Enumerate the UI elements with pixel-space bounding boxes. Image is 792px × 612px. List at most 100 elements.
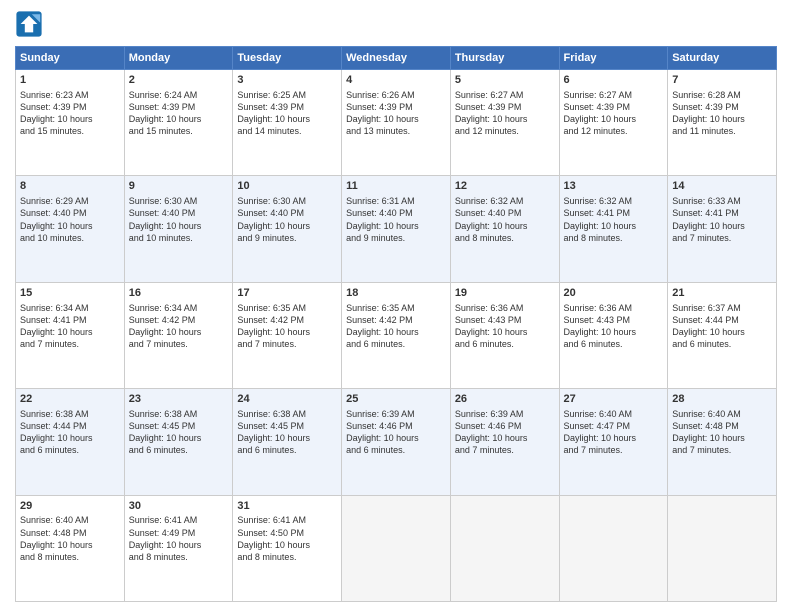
- day-info-line: Sunrise: 6:41 AM: [129, 515, 198, 525]
- day-info-line: and 6 minutes.: [346, 445, 405, 455]
- calendar-cell: 10Sunrise: 6:30 AMSunset: 4:40 PMDayligh…: [233, 176, 342, 282]
- day-info-line: and 7 minutes.: [455, 445, 514, 455]
- calendar-cell: 9Sunrise: 6:30 AMSunset: 4:40 PMDaylight…: [124, 176, 233, 282]
- day-info-line: and 7 minutes.: [20, 339, 79, 349]
- calendar-cell: 6Sunrise: 6:27 AMSunset: 4:39 PMDaylight…: [559, 70, 668, 176]
- day-number: 27: [564, 392, 664, 407]
- day-number: 24: [237, 392, 337, 407]
- day-info-line: and 8 minutes.: [237, 552, 296, 562]
- day-info-line: Sunset: 4:41 PM: [672, 208, 739, 218]
- day-info-line: and 14 minutes.: [237, 126, 301, 136]
- day-number: 17: [237, 286, 337, 301]
- calendar-cell: 4Sunrise: 6:26 AMSunset: 4:39 PMDaylight…: [342, 70, 451, 176]
- day-info-line: Sunrise: 6:40 AM: [672, 409, 741, 419]
- day-info-line: Sunrise: 6:28 AM: [672, 90, 741, 100]
- weekday-header-thursday: Thursday: [450, 47, 559, 70]
- weekday-header-row: SundayMondayTuesdayWednesdayThursdayFrid…: [16, 47, 777, 70]
- day-info-line: Sunset: 4:42 PM: [129, 315, 196, 325]
- day-info-line: Sunrise: 6:38 AM: [129, 409, 198, 419]
- day-info-line: Daylight: 10 hours: [129, 221, 202, 231]
- day-info-line: Sunset: 4:40 PM: [20, 208, 87, 218]
- calendar-cell: 22Sunrise: 6:38 AMSunset: 4:44 PMDayligh…: [16, 389, 125, 495]
- day-info-line: Sunrise: 6:39 AM: [346, 409, 415, 419]
- day-info-line: Daylight: 10 hours: [346, 433, 419, 443]
- day-info-line: Sunset: 4:48 PM: [672, 421, 739, 431]
- day-info-line: Daylight: 10 hours: [672, 221, 745, 231]
- day-info-line: Sunset: 4:50 PM: [237, 528, 304, 538]
- day-number: 8: [20, 179, 120, 194]
- day-info-line: Daylight: 10 hours: [564, 327, 637, 337]
- calendar-row-3: 15Sunrise: 6:34 AMSunset: 4:41 PMDayligh…: [16, 282, 777, 388]
- day-info-line: Daylight: 10 hours: [455, 114, 528, 124]
- day-info-line: Daylight: 10 hours: [672, 433, 745, 443]
- weekday-header-friday: Friday: [559, 47, 668, 70]
- day-number: 28: [672, 392, 772, 407]
- day-info-line: Daylight: 10 hours: [237, 327, 310, 337]
- calendar-cell: 16Sunrise: 6:34 AMSunset: 4:42 PMDayligh…: [124, 282, 233, 388]
- day-number: 26: [455, 392, 555, 407]
- logo: [15, 10, 45, 38]
- day-info-line: and 6 minutes.: [564, 339, 623, 349]
- calendar-table: SundayMondayTuesdayWednesdayThursdayFrid…: [15, 46, 777, 602]
- day-info-line: Sunrise: 6:41 AM: [237, 515, 306, 525]
- day-info-line: Daylight: 10 hours: [237, 433, 310, 443]
- day-info-line: and 13 minutes.: [346, 126, 410, 136]
- day-number: 21: [672, 286, 772, 301]
- day-info-line: Sunset: 4:41 PM: [20, 315, 87, 325]
- day-number: 4: [346, 73, 446, 88]
- calendar-cell: [450, 495, 559, 601]
- day-info-line: Sunrise: 6:26 AM: [346, 90, 415, 100]
- day-info-line: Sunrise: 6:38 AM: [20, 409, 89, 419]
- calendar-cell: 8Sunrise: 6:29 AMSunset: 4:40 PMDaylight…: [16, 176, 125, 282]
- day-info-line: Sunrise: 6:32 AM: [564, 196, 633, 206]
- day-info-line: and 15 minutes.: [20, 126, 84, 136]
- calendar-cell: 3Sunrise: 6:25 AMSunset: 4:39 PMDaylight…: [233, 70, 342, 176]
- calendar-cell: 23Sunrise: 6:38 AMSunset: 4:45 PMDayligh…: [124, 389, 233, 495]
- day-info-line: and 7 minutes.: [129, 339, 188, 349]
- day-number: 9: [129, 179, 229, 194]
- day-info-line: Sunrise: 6:27 AM: [455, 90, 524, 100]
- calendar-cell: 18Sunrise: 6:35 AMSunset: 4:42 PMDayligh…: [342, 282, 451, 388]
- day-info-line: Sunset: 4:39 PM: [129, 102, 196, 112]
- day-info-line: Sunset: 4:45 PM: [237, 421, 304, 431]
- day-info-line: and 6 minutes.: [20, 445, 79, 455]
- calendar-cell: 14Sunrise: 6:33 AMSunset: 4:41 PMDayligh…: [668, 176, 777, 282]
- day-number: 1: [20, 73, 120, 88]
- day-info-line: and 6 minutes.: [129, 445, 188, 455]
- day-info-line: and 9 minutes.: [346, 233, 405, 243]
- day-info-line: Sunrise: 6:40 AM: [564, 409, 633, 419]
- day-info-line: and 6 minutes.: [237, 445, 296, 455]
- calendar-cell: 13Sunrise: 6:32 AMSunset: 4:41 PMDayligh…: [559, 176, 668, 282]
- day-info-line: Daylight: 10 hours: [455, 327, 528, 337]
- day-info-line: and 7 minutes.: [672, 233, 731, 243]
- day-info-line: and 8 minutes.: [129, 552, 188, 562]
- day-number: 20: [564, 286, 664, 301]
- day-info-line: and 9 minutes.: [237, 233, 296, 243]
- day-info-line: Sunset: 4:39 PM: [346, 102, 413, 112]
- day-info-line: and 10 minutes.: [20, 233, 84, 243]
- day-info-line: Sunrise: 6:37 AM: [672, 303, 741, 313]
- calendar-cell: 17Sunrise: 6:35 AMSunset: 4:42 PMDayligh…: [233, 282, 342, 388]
- day-number: 2: [129, 73, 229, 88]
- day-info-line: Daylight: 10 hours: [455, 433, 528, 443]
- day-info-line: Daylight: 10 hours: [20, 221, 93, 231]
- day-info-line: Sunrise: 6:30 AM: [237, 196, 306, 206]
- day-info-line: Sunset: 4:44 PM: [672, 315, 739, 325]
- day-info-line: and 6 minutes.: [672, 339, 731, 349]
- day-number: 10: [237, 179, 337, 194]
- weekday-header-wednesday: Wednesday: [342, 47, 451, 70]
- day-info-line: Sunrise: 6:32 AM: [455, 196, 524, 206]
- day-info-line: Daylight: 10 hours: [237, 114, 310, 124]
- day-info-line: Sunrise: 6:38 AM: [237, 409, 306, 419]
- calendar-cell: [342, 495, 451, 601]
- day-info-line: Sunset: 4:40 PM: [237, 208, 304, 218]
- day-info-line: Daylight: 10 hours: [129, 327, 202, 337]
- day-number: 31: [237, 499, 337, 514]
- calendar-cell: 21Sunrise: 6:37 AMSunset: 4:44 PMDayligh…: [668, 282, 777, 388]
- calendar-cell: 5Sunrise: 6:27 AMSunset: 4:39 PMDaylight…: [450, 70, 559, 176]
- day-info-line: and 8 minutes.: [20, 552, 79, 562]
- header: [15, 10, 777, 38]
- weekday-header-tuesday: Tuesday: [233, 47, 342, 70]
- day-number: 30: [129, 499, 229, 514]
- day-info-line: Sunset: 4:40 PM: [346, 208, 413, 218]
